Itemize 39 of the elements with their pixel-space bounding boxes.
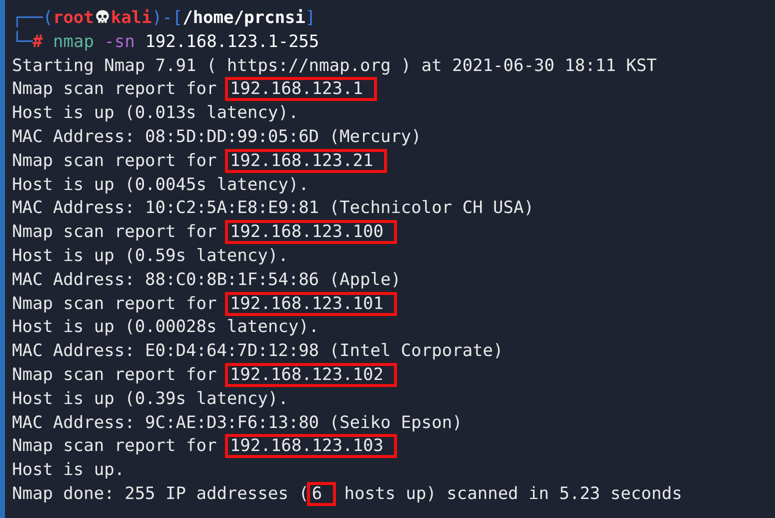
output-text: Nmap scan report for xyxy=(12,222,218,242)
output-text: Nmap scan report for xyxy=(12,436,218,456)
prompt-user: root xyxy=(52,8,94,28)
output-text: MAC Address: 10:C2:5A:E8:E9:81 (Technicolor CH USA) xyxy=(12,198,534,218)
prompt-symbol: # xyxy=(32,32,43,52)
output-text: Host is up (0.59s latency). xyxy=(12,246,288,266)
output-text: Nmap done: 255 IP addresses ( xyxy=(12,484,309,504)
skull-icon xyxy=(94,9,111,26)
output-text: MAC Address: 08:5D:DD:99:05:6D (Mercury) xyxy=(12,126,422,147)
output-text: MAC Address: 9C:AE:D3:F6:13:80 (Seiko Epson) xyxy=(12,412,462,433)
prompt-path: /home/prcnsi xyxy=(182,8,306,28)
output-text: Nmap scan report for xyxy=(12,79,218,100)
highlighted-text: 192.168.123.103 xyxy=(226,436,396,456)
output-text: Nmap scan report for xyxy=(12,364,218,385)
command-option: -sn xyxy=(104,32,135,52)
command-name: nmap xyxy=(52,32,94,52)
output-text: Host is up (0.013s latency). xyxy=(12,103,299,124)
output-text: Host is up (0.00028s latency). xyxy=(12,317,320,338)
output-text: Host is up (0.0045s latency). xyxy=(12,174,309,195)
output-text: Nmap scan report for xyxy=(12,294,218,314)
output-text: Nmap scan report for xyxy=(12,150,218,171)
prompt-frame: ┌──( xyxy=(12,8,53,28)
highlighted-text: 192.168.123.21 xyxy=(226,150,386,171)
prompt-bracket: ] xyxy=(305,8,316,28)
output-text: Starting Nmap 7.91 ( https://nmap.org ) at 2021-06-30 18:11 KST xyxy=(12,56,657,76)
output-text: MAC Address: 88:C0:8B:1F:54:86 (Apple) xyxy=(12,270,401,290)
output-text: hosts up) scanned in 5.23 seconds xyxy=(343,484,682,504)
highlighted-text: 192.168.123.102 xyxy=(226,364,396,385)
command-argument: 192.168.123.1-255 xyxy=(145,32,320,52)
prompt-host: kali xyxy=(110,8,152,28)
highlighted-text: 192.168.123.100 xyxy=(226,222,396,242)
output-text: MAC Address: E0:D4:64:7D:12:98 (Intel Corporate) xyxy=(12,341,504,362)
highlighted-text: 192.168.123.101 xyxy=(226,294,396,314)
output-text: Host is up (0.39s latency). xyxy=(12,388,288,409)
prompt-frame: └─ xyxy=(12,32,32,52)
highlighted-text: 6 xyxy=(308,484,334,504)
prompt-separator: )-[ xyxy=(152,8,183,28)
output-text: Host is up. xyxy=(12,460,125,480)
highlighted-text: 192.168.123.1 xyxy=(226,79,375,100)
